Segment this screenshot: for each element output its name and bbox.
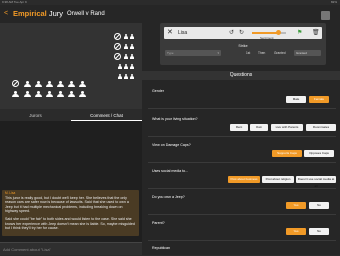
question-label: Republican: [152, 246, 170, 250]
case-title: Orwell v Rand: [67, 11, 105, 17]
question-divider: [148, 240, 336, 241]
questions-header: Questions: [142, 71, 340, 80]
juror-icon[interactable]: [79, 81, 86, 87]
question-label: Uses social media to...: [152, 169, 189, 173]
question-divider: [148, 188, 336, 189]
message-text: This juror is really good, but I doubt w…: [5, 196, 135, 231]
sentiment-label: Sentiment: [260, 36, 274, 40]
flag-icon[interactable]: ⚑: [297, 28, 302, 38]
answer-option-button[interactable]: No: [309, 202, 329, 209]
strike-status-value: Granted: [296, 51, 307, 55]
juror-icon[interactable]: [124, 54, 128, 59]
chat-panel: M. Lisa This juror is really good, but I…: [0, 121, 142, 242]
juror-seating-chart: [0, 23, 142, 109]
brand-suffix: Jury: [48, 9, 64, 18]
struck-juror-icon[interactable]: [114, 43, 121, 50]
answer-option-button[interactable]: Doesn't use social media at all: [296, 176, 336, 188]
question-divider: [148, 214, 336, 215]
juror-icon[interactable]: [124, 44, 128, 49]
left-tabs: Jurors Comment / Chat: [0, 111, 142, 121]
question-divider: [148, 108, 336, 109]
juror-name[interactable]: Lisa: [178, 28, 187, 38]
back-icon[interactable]: <: [4, 10, 8, 17]
answer-option-button[interactable]: Male: [286, 96, 306, 103]
juror-icon[interactable]: [68, 81, 75, 87]
tab-jurors[interactable]: Jurors: [0, 111, 71, 121]
juror-icon[interactable]: [124, 34, 128, 39]
question-label: View on Damage Caps?: [152, 143, 191, 147]
answer-option-button[interactable]: Female: [309, 96, 329, 103]
juror-icon[interactable]: [68, 91, 75, 97]
chevron-down-icon: ▾: [217, 51, 219, 55]
question-divider: [148, 162, 336, 163]
answer-option-button[interactable]: Post about religion: [262, 176, 294, 183]
answer-option-button[interactable]: Rent: [230, 124, 248, 131]
question-label: Do you own a Jeep?: [152, 195, 185, 199]
trash-icon[interactable]: 🗑: [312, 28, 320, 38]
sentiment-slider-handle[interactable]: [275, 30, 281, 35]
strike-type-placeholder: Type: [167, 51, 174, 55]
juror-icon[interactable]: [12, 91, 19, 97]
answer-option-button[interactable]: Opposes Caps: [304, 150, 334, 157]
juror-icon[interactable]: [46, 91, 53, 97]
answer-option-button[interactable]: Own: [250, 124, 268, 131]
strike-type-select[interactable]: Type ▾: [165, 50, 221, 56]
strike-heading: Strike: [238, 44, 248, 48]
struck-juror-icon[interactable]: [114, 53, 121, 60]
juror-icon[interactable]: [79, 91, 86, 97]
close-icon[interactable]: ✕: [167, 28, 173, 38]
juror-icon[interactable]: [124, 64, 128, 69]
answer-option-button[interactable]: No: [309, 228, 329, 235]
juror-icon[interactable]: [130, 74, 134, 79]
answer-option-button[interactable]: Supports Caps: [272, 150, 302, 157]
sentiment-slider-fill: [252, 32, 278, 34]
juror-icon[interactable]: [24, 81, 31, 87]
juror-icon[interactable]: [130, 34, 134, 39]
chat-message: M. Lisa This juror is really good, but I…: [2, 190, 139, 236]
app-header: < Empirical Jury Orwell v Rand: [0, 5, 340, 23]
answer-option-button[interactable]: Yes: [286, 202, 306, 209]
juror-icon[interactable]: [130, 54, 134, 59]
struck-juror-icon[interactable]: [114, 33, 121, 40]
juror-icon[interactable]: [57, 91, 64, 97]
answer-option-button[interactable]: Live with Parents: [271, 124, 303, 131]
juror-icon[interactable]: [24, 91, 31, 97]
juror-icon[interactable]: [57, 81, 64, 87]
strike-status-select[interactable]: Granted: [294, 50, 321, 56]
juror-icon[interactable]: [118, 64, 122, 69]
message-author: M. Lisa: [5, 191, 16, 195]
brand-name: Empirical: [13, 9, 47, 18]
status-battery: 82%: [330, 0, 337, 4]
avatar[interactable]: [321, 11, 330, 20]
answer-option-button[interactable]: Post about business: [228, 176, 260, 183]
undo-icon[interactable]: ↺: [229, 28, 234, 38]
juror-name-bar: ✕ Lisa ↺ ↻ Sentiment ⚑ 🗑: [164, 27, 322, 40]
juror-icon[interactable]: [130, 64, 134, 69]
struck-juror-icon[interactable]: [12, 80, 19, 87]
juror-icon[interactable]: [46, 81, 53, 87]
redo-icon[interactable]: ↻: [239, 28, 244, 38]
question-divider: [148, 136, 336, 137]
comment-input[interactable]: Add Comment about "Lisa": [0, 242, 142, 255]
juror-icon[interactable]: [118, 74, 122, 79]
question-label: What is your living situation?: [152, 117, 198, 121]
juror-editor: ✕ Lisa ↺ ↻ Sentiment ⚑ 🗑 Strike Type ▾ 1s…: [160, 23, 326, 65]
question-label: Gender: [152, 89, 164, 93]
answer-option-button[interactable]: Roommates: [306, 124, 336, 131]
strike-status-then[interactable]: Then: [258, 50, 265, 56]
tab-comment-chat[interactable]: Comment / Chat: [71, 111, 142, 121]
strike-status-1st[interactable]: 1st: [246, 50, 250, 56]
juror-icon[interactable]: [35, 91, 42, 97]
app-logo: Empirical Jury: [13, 10, 63, 18]
strike-status-granted[interactable]: Granted: [274, 50, 286, 56]
juror-icon[interactable]: [130, 44, 134, 49]
juror-icon[interactable]: [35, 81, 42, 87]
status-time: 9:38 AM Tue Apr 9: [2, 0, 27, 4]
question-label: Parent?: [152, 221, 165, 225]
juror-icon[interactable]: [124, 74, 128, 79]
sentiment-slider[interactable]: [252, 30, 286, 35]
answer-option-button[interactable]: Yes: [286, 228, 306, 235]
